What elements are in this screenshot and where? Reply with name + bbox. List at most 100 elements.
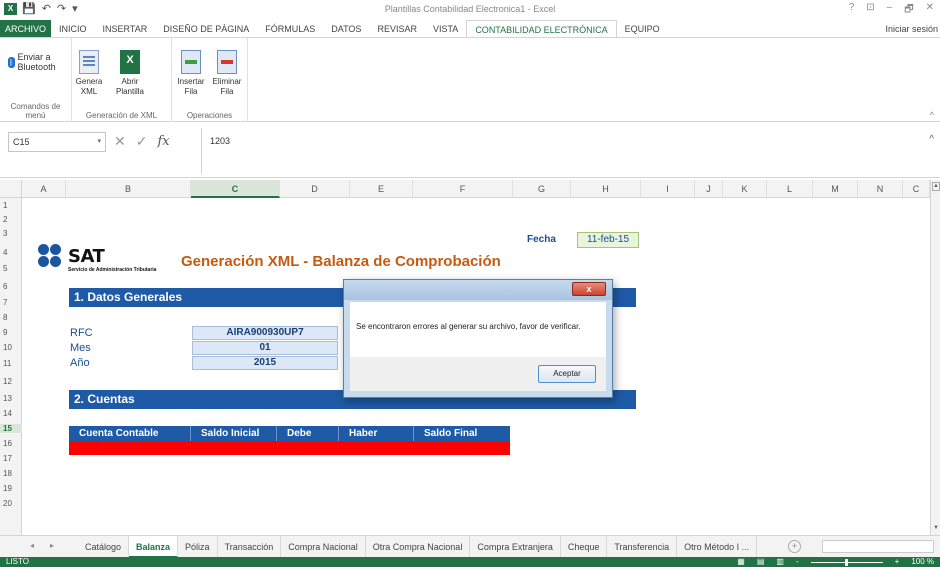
insertar-fila-button[interactable]: Insertar Fila [176,50,206,97]
row-header[interactable]: 18 [0,469,22,478]
tab-revisar[interactable]: REVISAR [369,20,425,38]
row-header[interactable]: 14 [0,409,22,418]
row-header[interactable]: 3 [0,229,22,238]
minimize-icon[interactable]: – [887,2,893,19]
sheet-tab-balanza[interactable]: Balanza [129,536,179,558]
row-header[interactable]: 11 [0,359,22,368]
select-all-corner[interactable] [0,180,22,198]
abrir-plantilla-button[interactable]: Abrir Plantilla [110,50,150,97]
zoom-slider[interactable] [810,558,883,566]
column-header[interactable]: E [350,180,413,198]
normal-view-icon[interactable]: ▦ [737,557,745,567]
scroll-down-icon[interactable]: ▼ [933,525,939,531]
chevron-down-icon[interactable]: ▾ [97,133,101,151]
row-header[interactable]: 19 [0,484,22,493]
tab-datos[interactable]: DATOS [323,20,369,38]
row-header[interactable]: 16 [0,439,22,448]
page-layout-icon[interactable]: ▤ [757,557,765,567]
dialog-titlebar[interactable]: x [344,280,612,300]
column-header-selected[interactable]: C [191,180,280,198]
dialog-close-button[interactable]: x [572,282,606,296]
close-icon[interactable]: ✕ [926,2,934,19]
sheet-tab-transferencia[interactable]: Transferencia [607,536,678,558]
sheet-tab-otro-metodo[interactable]: Otro Método I ... [677,536,758,558]
tab-vista[interactable]: VISTA [425,20,466,38]
column-header[interactable]: G [513,180,571,198]
sheet-tab-poliza[interactable]: Póliza [178,536,218,558]
formula-bar-collapse-icon[interactable]: ^ [929,134,934,145]
row-header[interactable]: 9 [0,328,22,337]
vertical-scrollbar[interactable]: ▲ ▼ [930,180,940,535]
aceptar-button[interactable]: Aceptar [538,365,596,383]
sheet-tab-compra-nacional[interactable]: Compra Nacional [281,536,366,558]
genera-xml-button[interactable]: Genera XML [74,50,104,97]
zoom-out-icon[interactable]: - [796,557,799,567]
column-header[interactable]: F [413,180,513,198]
row-header[interactable]: 20 [0,499,22,508]
name-box[interactable]: C15 ▾ [8,132,106,152]
enviar-bluetooth-button[interactable]: ᛒ Enviar a Bluetooth [8,52,71,72]
row-header[interactable]: 5 [0,264,22,273]
column-header[interactable]: A [22,180,66,198]
signin-link[interactable]: Iniciar sesión [885,24,938,34]
row-header[interactable]: 13 [0,394,22,403]
row-header[interactable]: 12 [0,377,22,386]
fecha-cell[interactable]: 11-feb-15 [577,232,639,248]
scroll-up-icon[interactable]: ▲ [932,182,940,191]
sheet-prev-icon[interactable]: ◂ [30,541,34,550]
row-header[interactable]: 8 [0,313,22,322]
column-header[interactable]: B [66,180,191,198]
restore-icon[interactable]: 🗗 [904,2,913,19]
tab-formulas[interactable]: FÓRMULAS [257,20,323,38]
tab-insertar[interactable]: INSERTAR [95,20,156,38]
sheet-tab-catalogo[interactable]: Catálogo [78,536,130,558]
enter-icon[interactable]: ✓ [136,133,148,150]
row-header[interactable]: 2 [0,215,22,224]
formula-input[interactable]: 1203 [210,136,230,146]
row-header[interactable]: 17 [0,454,22,463]
window-title: Plantillas Contabilidad Electronica1 - E… [384,4,556,14]
sheet-tab-otra-compra-nacional[interactable]: Otra Compra Nacional [366,536,471,558]
row-header[interactable]: 10 [0,343,22,352]
zoom-in-icon[interactable]: + [895,557,900,567]
column-header[interactable]: K [723,180,767,198]
zoom-level[interactable]: 100 % [911,557,934,567]
help-icon[interactable]: ? [849,2,855,19]
column-header[interactable]: D [280,180,350,198]
add-sheet-icon[interactable]: + [788,540,801,553]
column-header[interactable]: C [903,180,930,198]
page-break-icon[interactable]: ▥ [776,557,784,567]
column-header[interactable]: N [858,180,903,198]
tab-diseno-pagina[interactable]: DISEÑO DE PÁGINA [155,20,257,38]
tab-equipo[interactable]: EQUIPO [617,20,668,38]
error-row[interactable] [69,441,510,455]
sheet-tab-transaccion[interactable]: Transacción [218,536,282,558]
mes-cell[interactable]: 01 [192,341,338,355]
column-header[interactable]: H [571,180,641,198]
column-header[interactable]: M [813,180,858,198]
column-header[interactable]: J [695,180,723,198]
column-header[interactable]: I [641,180,695,198]
fila-label: Fila [220,87,234,96]
tab-contabilidad-electronica[interactable]: CONTABILIDAD ELECTRÓNICA [466,20,617,38]
column-header[interactable]: L [767,180,813,198]
rfc-cell[interactable]: AIRA900930UP7 [192,326,338,340]
sheet-tab-compra-extranjera[interactable]: Compra Extranjera [470,536,561,558]
horizontal-scrollbar[interactable] [822,540,934,553]
rfc-label: RFC [70,327,93,339]
tab-archivo[interactable]: ARCHIVO [0,20,52,38]
eliminar-fila-button[interactable]: Eliminar Fila [212,50,242,97]
row-header[interactable]: 6 [0,282,22,291]
row-header[interactable]: 1 [0,201,22,210]
sheet-next-icon[interactable]: ▸ [50,541,54,550]
row-header[interactable]: 4 [0,248,22,257]
sheet-tab-cheque[interactable]: Cheque [561,536,608,558]
tab-inicio[interactable]: INICIO [51,20,95,38]
insert-function-icon[interactable]: fx [157,134,169,149]
row-header-selected[interactable]: 15 [0,424,22,433]
cancel-icon[interactable]: ✕ [114,133,126,150]
row-header[interactable]: 7 [0,298,22,307]
anio-cell[interactable]: 2015 [192,356,338,370]
collapse-ribbon-icon[interactable]: ^ [930,110,934,120]
ribbon-display-icon[interactable]: ⊡ [866,2,874,19]
